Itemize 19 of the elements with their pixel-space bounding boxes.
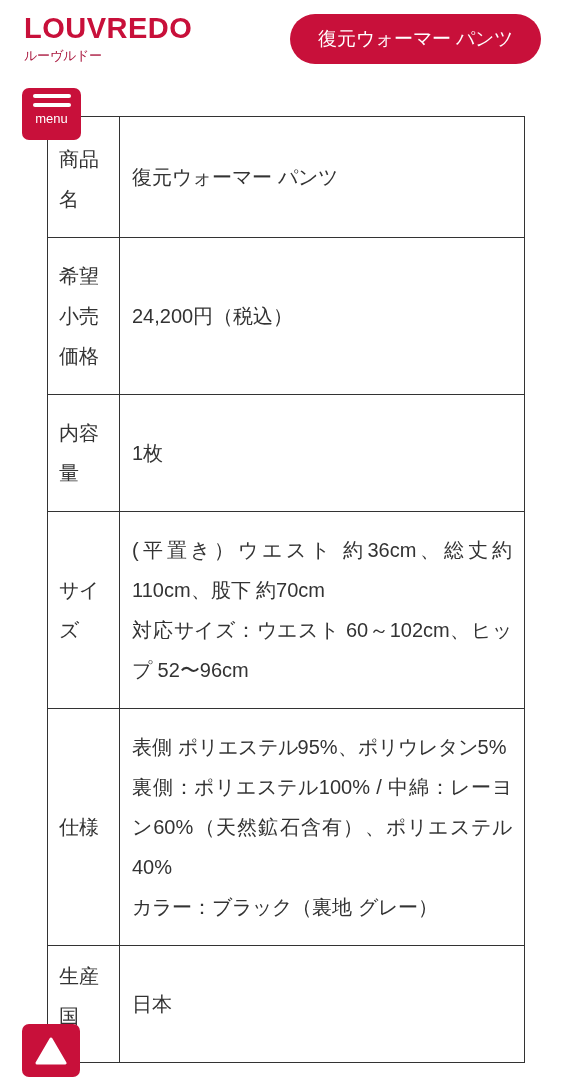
row-value: 裏側：ポリエステル100% / 中綿：レーヨン60%（天然鉱石含有）、ポリエステル40%	[132, 775, 512, 880]
row-value: (平置き）ウエスト 約36cm、総丈約110cm、股下 約70cm	[132, 538, 512, 603]
row-value: 対応サイズ：ウエスト 60～102cm、ヒップ 52〜96cm	[132, 618, 512, 683]
row-label: 仕様	[59, 816, 99, 838]
logo[interactable]: LOUVREDO	[24, 14, 193, 43]
row-value: 1枚	[132, 441, 165, 466]
menu-button[interactable]: menu	[22, 88, 81, 140]
row-value: 表側 ポリエステル95%、ポリウレタン5%	[132, 735, 508, 760]
row-label: 商品名	[59, 148, 99, 210]
row-label: サイズ	[59, 579, 99, 641]
row-value: カラー：ブラック（裏地 グレー）	[132, 895, 439, 920]
row-label: 内容量	[59, 422, 99, 484]
logo-subtitle: ルーヴルドー	[24, 49, 103, 62]
row-value: 日本	[132, 992, 173, 1017]
row-value: 復元ウォーマー パンツ	[132, 165, 339, 190]
product-button[interactable]: 復元ウォーマー パンツ	[289, 14, 541, 64]
row-label: 希望小売価格	[59, 265, 99, 367]
row-value: 24,200円（税込）	[132, 304, 295, 329]
row-label: 生産国	[59, 965, 99, 1027]
